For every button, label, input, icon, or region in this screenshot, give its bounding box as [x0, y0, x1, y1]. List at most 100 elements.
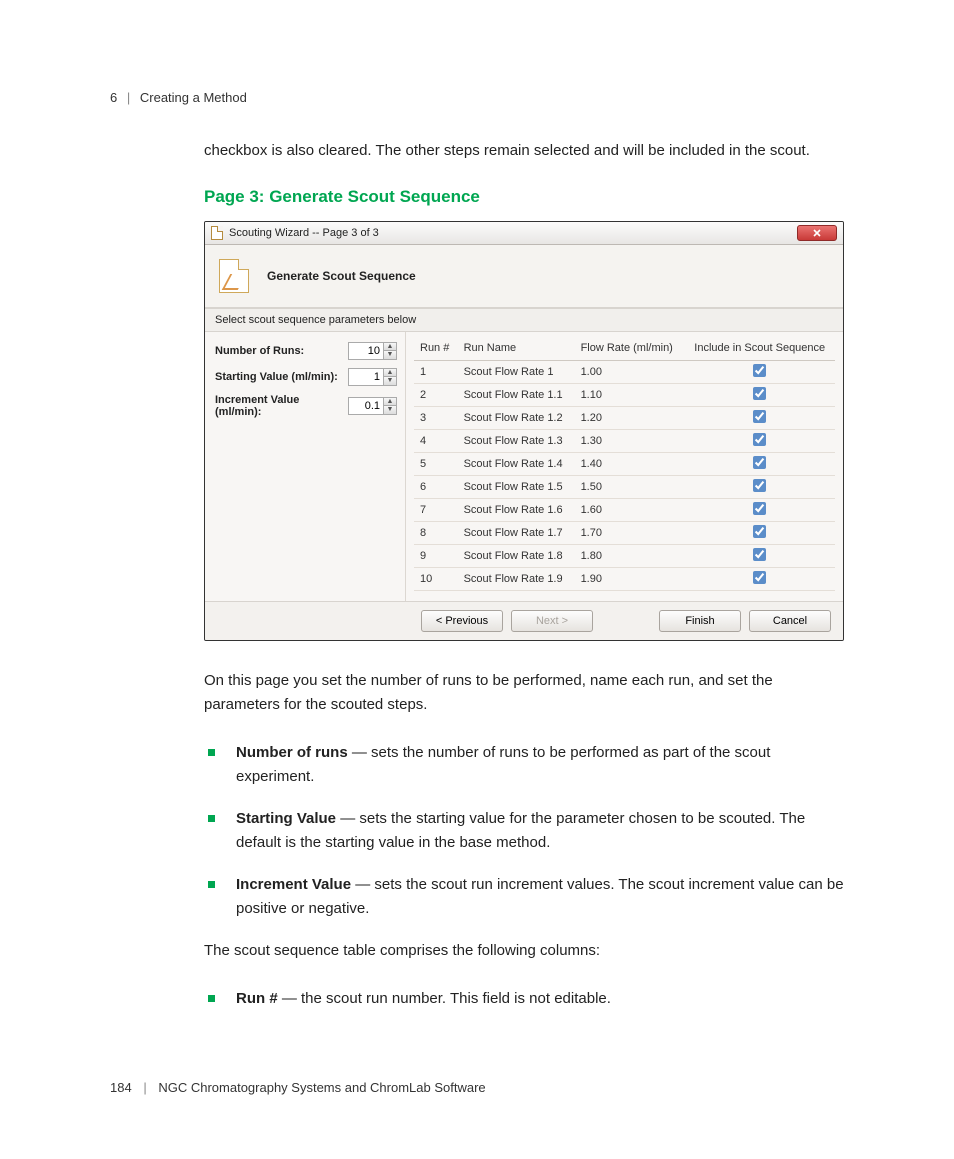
section-heading: Page 3: Generate Scout Sequence — [204, 187, 844, 207]
cell-run-number: 6 — [414, 476, 458, 499]
include-checkbox[interactable] — [753, 387, 766, 400]
cell-include — [684, 430, 835, 453]
bullet-term: Number of runs — [236, 744, 348, 761]
spinner-up-icon[interactable]: ▲ — [384, 398, 396, 406]
cell-flow-rate[interactable]: 1.80 — [575, 545, 685, 568]
number-of-runs-label: Number of Runs: — [215, 345, 348, 357]
cell-run-number: 4 — [414, 430, 458, 453]
include-checkbox[interactable] — [753, 456, 766, 469]
col-include: Include in Scout Sequence — [684, 338, 835, 361]
spinner-down-icon[interactable]: ▼ — [384, 406, 396, 414]
cell-flow-rate[interactable]: 1.90 — [575, 568, 685, 591]
cell-run-name[interactable]: Scout Flow Rate 1.8 — [458, 545, 575, 568]
cell-run-number: 5 — [414, 453, 458, 476]
cell-flow-rate[interactable]: 1.60 — [575, 499, 685, 522]
bullet-term: Starting Value — [236, 810, 336, 827]
spinner-down-icon[interactable]: ▼ — [384, 377, 396, 385]
table-row: 4Scout Flow Rate 1.31.30 — [414, 430, 835, 453]
cell-flow-rate[interactable]: 1.10 — [575, 384, 685, 407]
intro-paragraph: checkbox is also cleared. The other step… — [204, 139, 844, 163]
cell-run-name[interactable]: Scout Flow Rate 1.1 — [458, 384, 575, 407]
increment-value-spinner[interactable]: ▲▼ — [348, 397, 397, 415]
include-checkbox[interactable] — [753, 410, 766, 423]
list-item: Increment Value — sets the scout run inc… — [204, 873, 844, 921]
cell-run-name[interactable]: Scout Flow Rate 1.4 — [458, 453, 575, 476]
columns-bullet-list: Run # — the scout run number. This field… — [204, 987, 844, 1011]
cell-flow-rate[interactable]: 1.20 — [575, 407, 685, 430]
list-item: Number of runs — sets the number of runs… — [204, 741, 844, 789]
include-checkbox[interactable] — [753, 502, 766, 515]
col-run-number: Run # — [414, 338, 458, 361]
cell-include — [684, 568, 835, 591]
page-number: 184 — [110, 1080, 132, 1095]
cell-flow-rate[interactable]: 1.40 — [575, 453, 685, 476]
number-of-runs-input[interactable] — [349, 344, 383, 358]
col-flow-rate: Flow Rate (ml/min) — [575, 338, 685, 361]
number-of-runs-spinner[interactable]: ▲▼ — [348, 342, 397, 360]
cell-include — [684, 522, 835, 545]
chapter-title: Creating a Method — [140, 90, 247, 105]
increment-value-label: Increment Value (ml/min): — [215, 394, 348, 418]
cell-flow-rate[interactable]: 1.00 — [575, 361, 685, 384]
cell-run-name[interactable]: Scout Flow Rate 1.3 — [458, 430, 575, 453]
wizard-banner: Generate Scout Sequence — [205, 245, 843, 308]
starting-value-input[interactable] — [349, 370, 383, 384]
include-checkbox[interactable] — [753, 525, 766, 538]
next-button: Next > — [511, 610, 593, 632]
cell-run-number: 9 — [414, 545, 458, 568]
table-row: 3Scout Flow Rate 1.21.20 — [414, 407, 835, 430]
separator: | — [143, 1080, 146, 1095]
include-checkbox[interactable] — [753, 571, 766, 584]
close-button[interactable] — [797, 225, 837, 241]
spinner-down-icon[interactable]: ▼ — [384, 351, 396, 359]
cell-run-name[interactable]: Scout Flow Rate 1.7 — [458, 522, 575, 545]
close-icon — [812, 228, 822, 238]
cell-include — [684, 453, 835, 476]
spinner-up-icon[interactable]: ▲ — [384, 369, 396, 377]
cell-include — [684, 384, 835, 407]
include-checkbox[interactable] — [753, 364, 766, 377]
cell-flow-rate[interactable]: 1.30 — [575, 430, 685, 453]
cell-run-name[interactable]: Scout Flow Rate 1.9 — [458, 568, 575, 591]
list-item: Starting Value — sets the starting value… — [204, 807, 844, 855]
increment-value-input[interactable] — [349, 399, 383, 413]
cell-run-number: 3 — [414, 407, 458, 430]
table-row: 2Scout Flow Rate 1.11.10 — [414, 384, 835, 407]
bullet-description: — the scout run number. This field is no… — [278, 990, 611, 1007]
wizard-page-icon — [219, 259, 249, 293]
cell-run-number: 2 — [414, 384, 458, 407]
finish-button[interactable]: Finish — [659, 610, 741, 632]
cell-run-number: 7 — [414, 499, 458, 522]
previous-button[interactable]: < Previous — [421, 610, 503, 632]
table-row: 5Scout Flow Rate 1.41.40 — [414, 453, 835, 476]
cell-run-name[interactable]: Scout Flow Rate 1 — [458, 361, 575, 384]
cell-run-name[interactable]: Scout Flow Rate 1.6 — [458, 499, 575, 522]
window-title: Scouting Wizard -- Page 3 of 3 — [229, 227, 379, 239]
include-checkbox[interactable] — [753, 479, 766, 492]
running-header: 6 | Creating a Method — [110, 90, 844, 105]
spinner-up-icon[interactable]: ▲ — [384, 343, 396, 351]
cancel-button[interactable]: Cancel — [749, 610, 831, 632]
starting-value-spinner[interactable]: ▲▼ — [348, 368, 397, 386]
wizard-banner-title: Generate Scout Sequence — [267, 269, 416, 283]
cell-run-name[interactable]: Scout Flow Rate 1.2 — [458, 407, 575, 430]
columns-intro-paragraph: The scout sequence table comprises the f… — [204, 939, 844, 963]
cell-include — [684, 476, 835, 499]
table-row: 10Scout Flow Rate 1.91.90 — [414, 568, 835, 591]
cell-run-number: 10 — [414, 568, 458, 591]
cell-run-number: 1 — [414, 361, 458, 384]
footer-title: NGC Chromatography Systems and ChromLab … — [158, 1080, 485, 1095]
include-checkbox[interactable] — [753, 548, 766, 561]
cell-run-name[interactable]: Scout Flow Rate 1.5 — [458, 476, 575, 499]
cell-include — [684, 499, 835, 522]
cell-flow-rate[interactable]: 1.50 — [575, 476, 685, 499]
table-header-row: Run # Run Name Flow Rate (ml/min) Includ… — [414, 338, 835, 361]
document-icon — [211, 226, 223, 240]
list-item: Run # — the scout run number. This field… — [204, 987, 844, 1011]
cell-run-number: 8 — [414, 522, 458, 545]
bullet-term: Increment Value — [236, 876, 351, 893]
cell-flow-rate[interactable]: 1.70 — [575, 522, 685, 545]
include-checkbox[interactable] — [753, 433, 766, 446]
col-run-name: Run Name — [458, 338, 575, 361]
table-row: 7Scout Flow Rate 1.61.60 — [414, 499, 835, 522]
